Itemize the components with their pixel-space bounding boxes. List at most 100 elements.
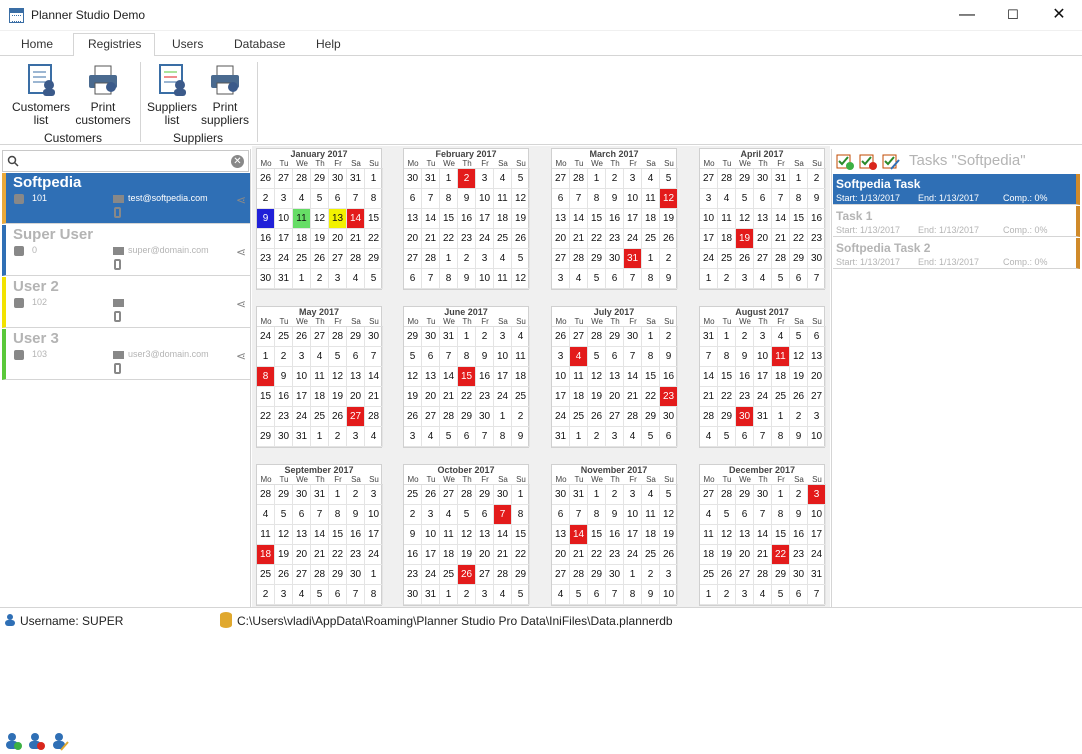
day-cell[interactable]: 29 bbox=[606, 327, 624, 347]
day-cell[interactable]: 13 bbox=[808, 347, 826, 367]
day-cell[interactable]: 25 bbox=[494, 229, 512, 249]
day-cell[interactable]: 5 bbox=[642, 427, 660, 447]
day-cell[interactable]: 4 bbox=[570, 347, 588, 367]
delete-task-icon[interactable] bbox=[859, 152, 877, 170]
day-cell[interactable]: 6 bbox=[458, 427, 476, 447]
day-cell[interactable]: 4 bbox=[293, 585, 311, 605]
day-cell[interactable]: 20 bbox=[808, 367, 826, 387]
day-cell[interactable]: 24 bbox=[754, 387, 772, 407]
day-cell[interactable]: 9 bbox=[790, 427, 808, 447]
day-cell[interactable]: 7 bbox=[772, 189, 790, 209]
day-cell[interactable]: 30 bbox=[404, 169, 422, 189]
day-cell[interactable]: 19 bbox=[790, 367, 808, 387]
day-cell[interactable]: 16 bbox=[347, 525, 365, 545]
day-cell[interactable]: 31 bbox=[422, 169, 440, 189]
day-cell[interactable]: 24 bbox=[275, 249, 293, 269]
day-cell[interactable]: 3 bbox=[329, 269, 347, 289]
day-cell[interactable]: 3 bbox=[624, 169, 642, 189]
day-cell[interactable]: 1 bbox=[642, 327, 660, 347]
day-cell[interactable]: 2 bbox=[257, 585, 275, 605]
day-cell[interactable]: 8 bbox=[329, 505, 347, 525]
day-cell[interactable]: 6 bbox=[347, 347, 365, 367]
day-cell[interactable]: 31 bbox=[700, 327, 718, 347]
day-cell[interactable]: 16 bbox=[606, 209, 624, 229]
day-cell[interactable]: 25 bbox=[512, 387, 530, 407]
day-cell[interactable]: 14 bbox=[772, 209, 790, 229]
day-cell[interactable]: 14 bbox=[570, 525, 588, 545]
day-cell[interactable]: 12 bbox=[512, 269, 530, 289]
day-cell[interactable]: 14 bbox=[754, 525, 772, 545]
day-cell[interactable]: 28 bbox=[772, 249, 790, 269]
day-cell[interactable]: 1 bbox=[588, 485, 606, 505]
day-cell[interactable]: 30 bbox=[347, 565, 365, 585]
day-cell[interactable]: 27 bbox=[476, 565, 494, 585]
day-cell[interactable]: 7 bbox=[422, 189, 440, 209]
day-cell[interactable]: 27 bbox=[404, 249, 422, 269]
day-cell[interactable]: 6 bbox=[660, 427, 678, 447]
day-cell[interactable]: 29 bbox=[476, 485, 494, 505]
day-cell[interactable]: 12 bbox=[660, 189, 678, 209]
day-cell[interactable]: 13 bbox=[736, 525, 754, 545]
day-cell[interactable]: 29 bbox=[588, 565, 606, 585]
day-cell[interactable]: 12 bbox=[790, 347, 808, 367]
day-cell[interactable]: 13 bbox=[422, 367, 440, 387]
day-cell[interactable]: 27 bbox=[808, 387, 826, 407]
day-cell[interactable]: 10 bbox=[808, 427, 826, 447]
day-cell[interactable]: 4 bbox=[754, 585, 772, 605]
day-cell[interactable]: 31 bbox=[570, 485, 588, 505]
day-cell[interactable]: 23 bbox=[790, 545, 808, 565]
day-cell[interactable]: 25 bbox=[275, 327, 293, 347]
day-cell[interactable]: 18 bbox=[718, 229, 736, 249]
day-cell[interactable]: 18 bbox=[772, 367, 790, 387]
day-cell[interactable]: 3 bbox=[422, 505, 440, 525]
day-cell[interactable]: 29 bbox=[347, 327, 365, 347]
day-cell[interactable]: 1 bbox=[570, 427, 588, 447]
day-cell[interactable]: 1 bbox=[329, 485, 347, 505]
day-cell[interactable]: 29 bbox=[458, 407, 476, 427]
day-cell[interactable]: 30 bbox=[293, 485, 311, 505]
day-cell[interactable]: 1 bbox=[440, 585, 458, 605]
day-cell[interactable]: 2 bbox=[736, 327, 754, 347]
day-cell[interactable]: 4 bbox=[440, 505, 458, 525]
day-cell[interactable]: 19 bbox=[718, 545, 736, 565]
day-cell[interactable]: 21 bbox=[570, 229, 588, 249]
day-cell[interactable]: 15 bbox=[257, 387, 275, 407]
day-cell[interactable]: 29 bbox=[275, 485, 293, 505]
tab-registries[interactable]: Registries bbox=[88, 37, 141, 51]
day-cell[interactable]: 2 bbox=[642, 565, 660, 585]
day-cell[interactable]: 26 bbox=[422, 485, 440, 505]
day-cell[interactable]: 9 bbox=[458, 189, 476, 209]
tab-help[interactable]: Help bbox=[316, 37, 341, 51]
share-icon[interactable]: ⋖ bbox=[236, 193, 246, 207]
day-cell[interactable]: 7 bbox=[808, 585, 826, 605]
day-cell[interactable]: 2 bbox=[275, 347, 293, 367]
day-cell[interactable]: 21 bbox=[311, 545, 329, 565]
day-cell[interactable]: 11 bbox=[642, 189, 660, 209]
day-cell[interactable]: 7 bbox=[422, 269, 440, 289]
day-cell[interactable]: 3 bbox=[476, 249, 494, 269]
day-cell[interactable]: 28 bbox=[718, 169, 736, 189]
day-cell[interactable]: 15 bbox=[458, 367, 476, 387]
day-cell[interactable]: 3 bbox=[754, 327, 772, 347]
day-cell[interactable]: 28 bbox=[257, 485, 275, 505]
day-cell[interactable]: 7 bbox=[754, 427, 772, 447]
day-cell[interactable]: 11 bbox=[772, 347, 790, 367]
day-cell[interactable]: 6 bbox=[736, 427, 754, 447]
day-cell[interactable]: 7 bbox=[347, 189, 365, 209]
day-cell[interactable]: 18 bbox=[570, 387, 588, 407]
day-cell[interactable]: 8 bbox=[642, 347, 660, 367]
day-cell[interactable]: 17 bbox=[624, 525, 642, 545]
day-cell[interactable]: 27 bbox=[440, 485, 458, 505]
day-cell[interactable]: 26 bbox=[512, 229, 530, 249]
day-cell[interactable]: 17 bbox=[624, 209, 642, 229]
day-cell[interactable]: 15 bbox=[718, 367, 736, 387]
day-cell[interactable]: 14 bbox=[570, 209, 588, 229]
day-cell[interactable]: 9 bbox=[458, 269, 476, 289]
day-cell[interactable]: 6 bbox=[552, 189, 570, 209]
day-cell[interactable]: 7 bbox=[570, 505, 588, 525]
day-cell[interactable]: 5 bbox=[440, 427, 458, 447]
day-cell[interactable]: 30 bbox=[736, 407, 754, 427]
day-cell[interactable]: 22 bbox=[588, 545, 606, 565]
day-cell[interactable]: 3 bbox=[700, 189, 718, 209]
day-cell[interactable]: 15 bbox=[329, 525, 347, 545]
